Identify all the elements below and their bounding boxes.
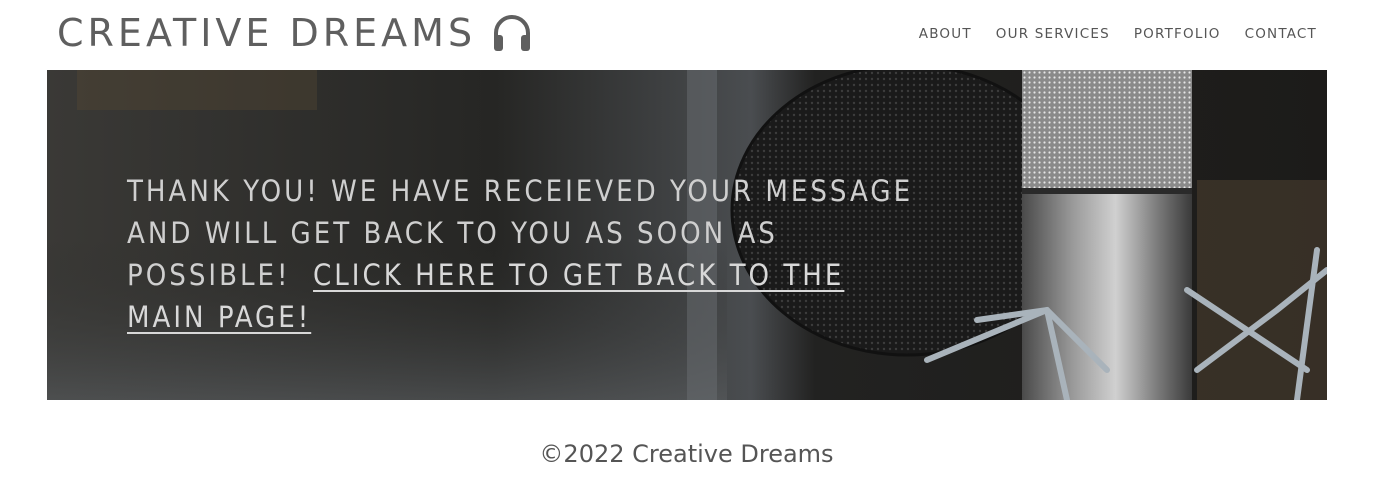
site-footer: ©2022 Creative Dreams: [0, 440, 1373, 468]
nav-item-contact[interactable]: CONTACT: [1245, 26, 1317, 42]
site-header: CREATIVE DREAMS ABOUT OUR SERVICES PORTF…: [0, 0, 1373, 70]
nav-item-portfolio[interactable]: PORTFOLIO: [1134, 26, 1221, 42]
nav-item-about[interactable]: ABOUT: [919, 26, 972, 42]
thank-you-message: THANK YOU! WE HAVE RECEIEVED YOUR MESSAG…: [127, 170, 917, 338]
logo-text: CREATIVE DREAMS: [57, 11, 477, 55]
hero-banner: THANK YOU! WE HAVE RECEIEVED YOUR MESSAG…: [47, 70, 1327, 400]
main-nav: ABOUT OUR SERVICES PORTFOLIO CONTACT: [919, 26, 1317, 42]
site-logo[interactable]: CREATIVE DREAMS: [57, 11, 532, 55]
headphones-icon: [494, 15, 531, 51]
nav-item-our-services[interactable]: OUR SERVICES: [996, 26, 1110, 42]
copyright-text: ©2022 Creative Dreams: [539, 440, 834, 468]
